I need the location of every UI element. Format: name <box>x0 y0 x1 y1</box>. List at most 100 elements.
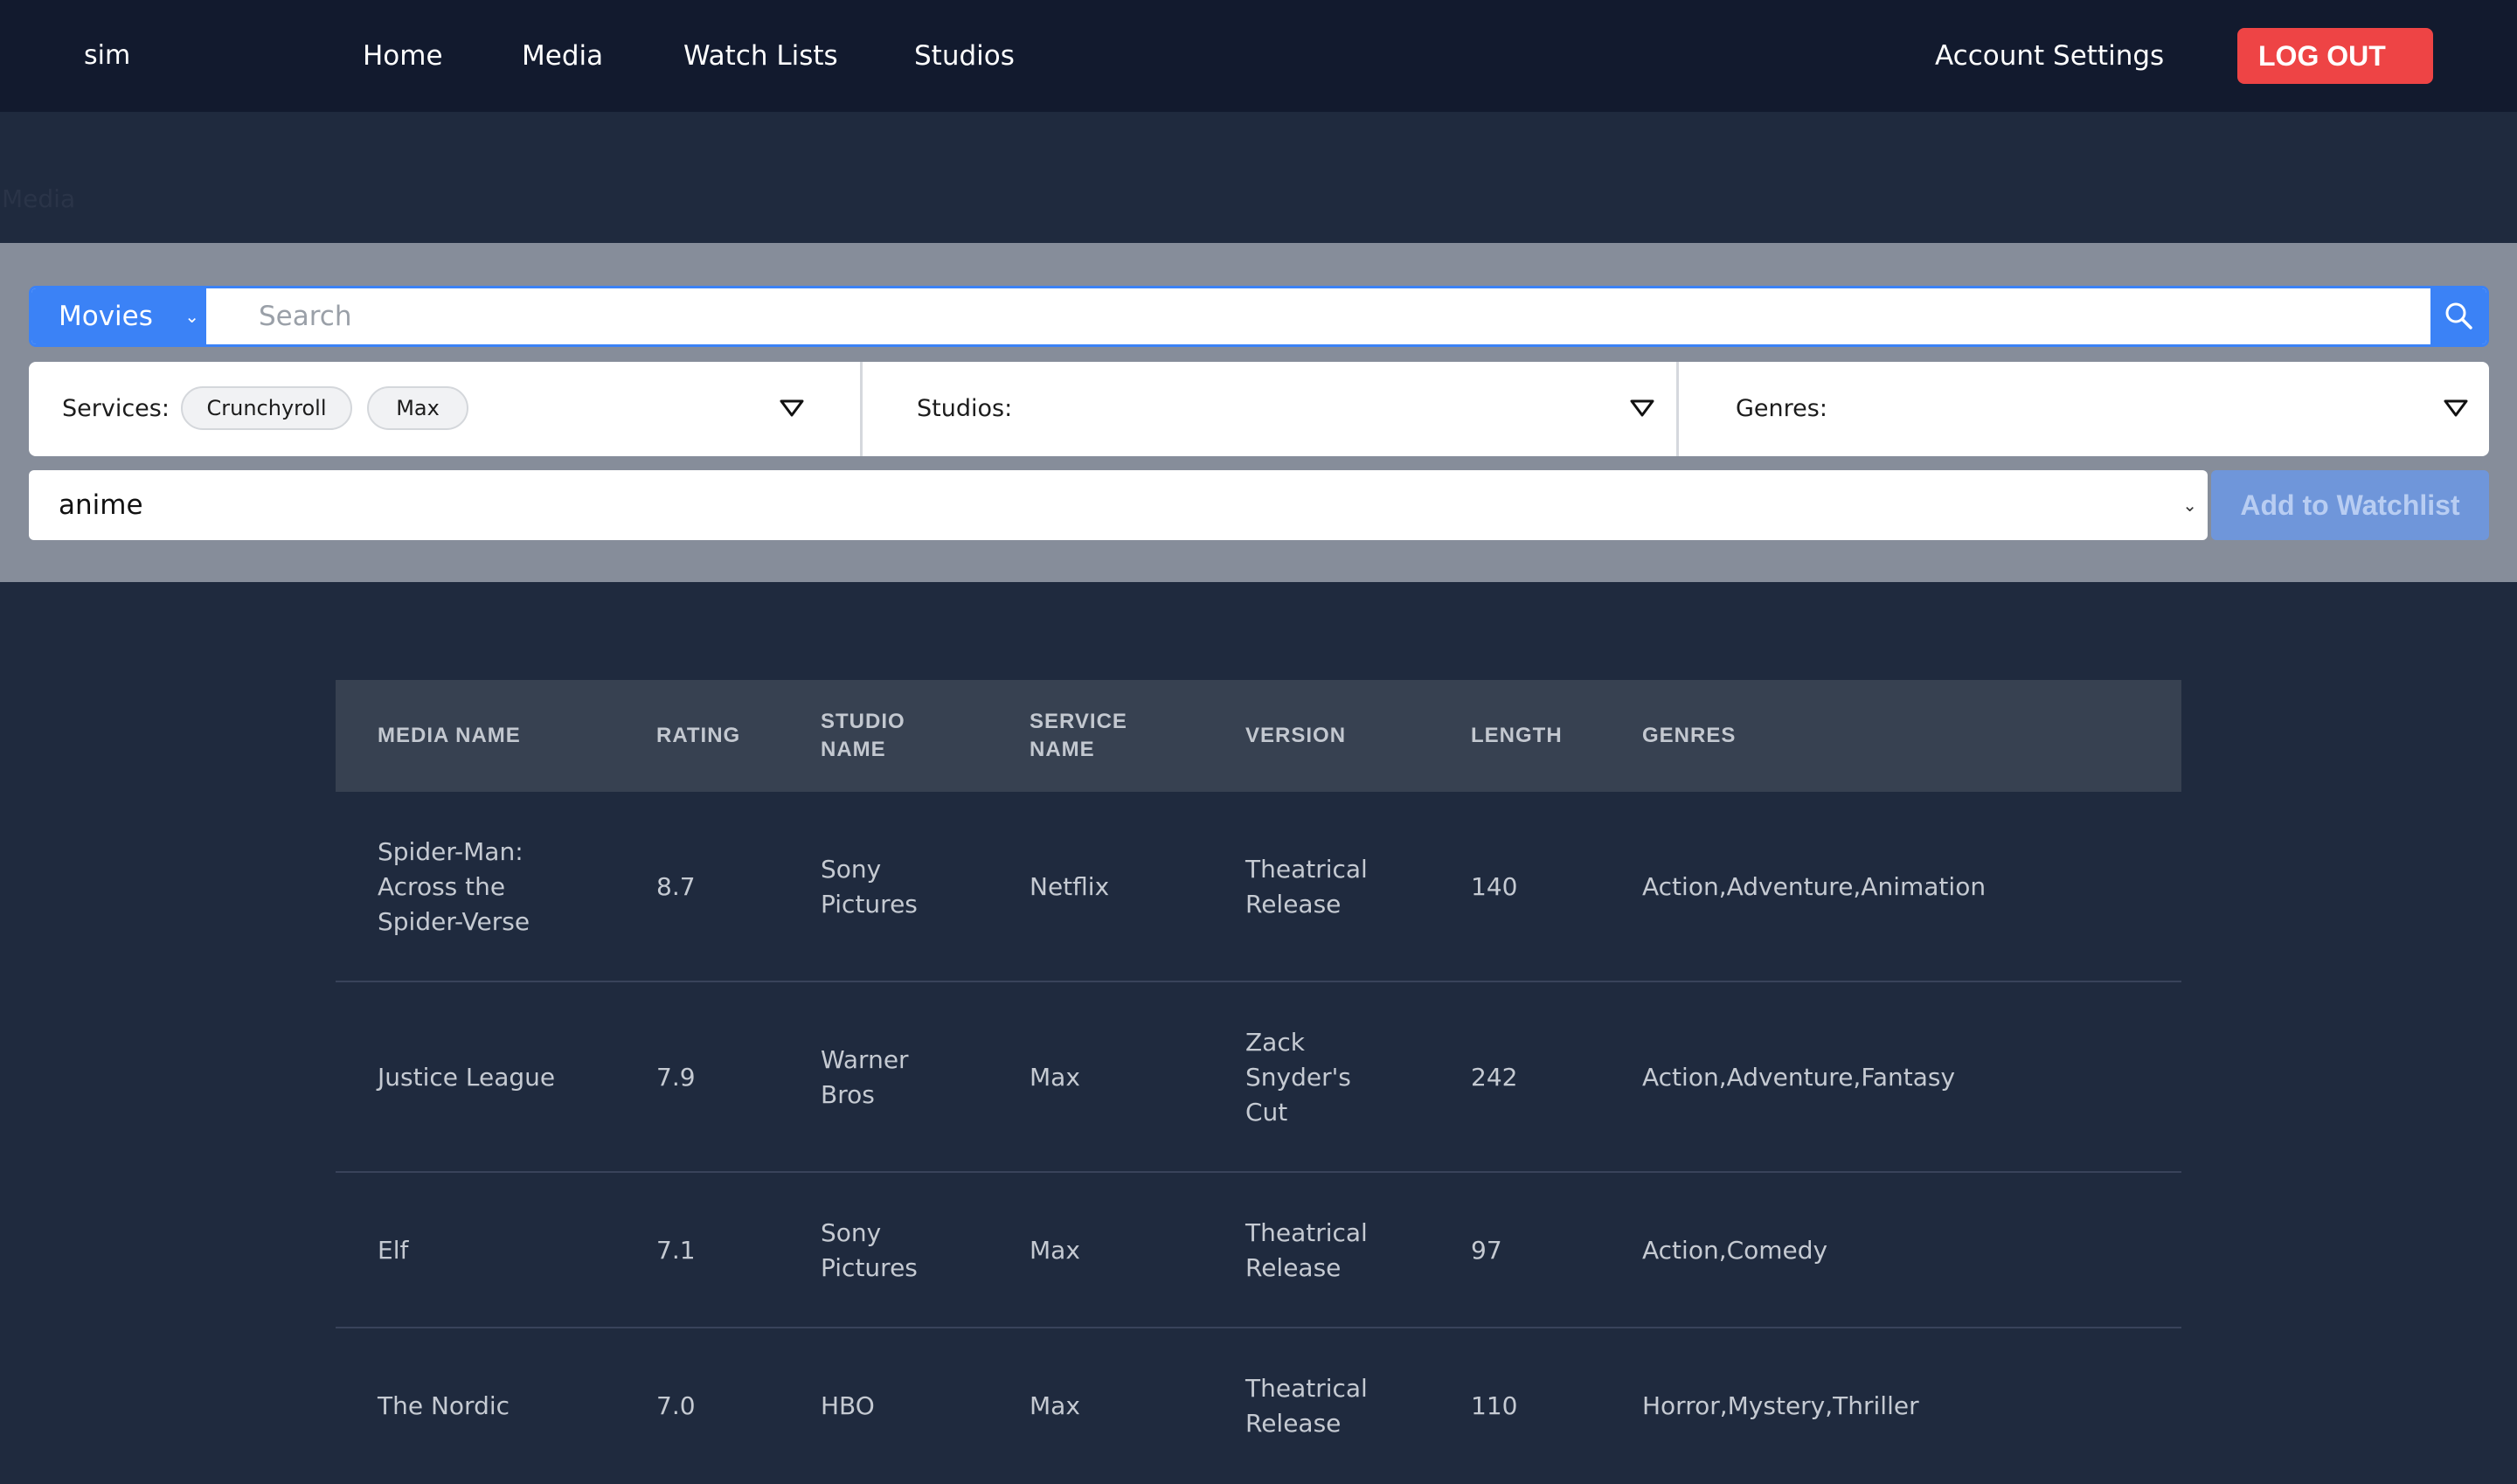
header-text: VERSION <box>1245 724 1347 747</box>
cell-genres: Action,Adventure,Animation <box>1642 872 1987 901</box>
cell-studio-name: Sony Pictures <box>821 1216 1004 1286</box>
cell-studio-name: Warner Bros <box>821 1043 1004 1113</box>
cell-line: Sony <box>821 855 882 884</box>
cell-line: Release <box>1245 1409 1342 1438</box>
cell-line: Across the <box>378 872 506 901</box>
add-to-watchlist-button[interactable]: Add to Watchlist <box>2211 470 2489 540</box>
header-length[interactable]: LENGTH <box>1471 722 1619 750</box>
nav-link-watch-lists[interactable]: Watch Lists <box>683 38 838 73</box>
cell-line: Elf <box>378 1236 409 1265</box>
header-text: MEDIA NAME <box>378 724 521 747</box>
cell-rating: 7.1 <box>656 1236 696 1265</box>
studios-label: Studios: <box>917 395 1013 422</box>
nav-link-account-settings[interactable]: Account Settings <box>1935 38 2164 73</box>
chevron-down-icon: ⌄ <box>2182 495 2197 516</box>
cell-media-name: Spider-Man: Across the Spider-Verse <box>378 835 631 940</box>
cell-service-name: Max <box>1030 1391 1080 1420</box>
cell-line: Theatrical <box>1245 1374 1368 1403</box>
search-bar: Movies ⌄ <box>29 286 2489 347</box>
header-rating[interactable]: RATING <box>656 722 805 750</box>
cell-line: Bros <box>821 1080 875 1109</box>
header-text: LENGTH <box>1471 724 1563 747</box>
header-text: NAME <box>821 738 886 761</box>
table-row[interactable]: Elf 7.1 Sony Pictures Max Theatrical Rel… <box>336 1173 2181 1328</box>
cell-length: 110 <box>1471 1391 1518 1420</box>
logout-button[interactable]: LOG OUT <box>2237 28 2433 84</box>
cell-service-name: Max <box>1030 1236 1080 1265</box>
watchlist-select-value: anime <box>59 489 143 521</box>
table-row[interactable]: Spider-Man: Across the Spider-Verse 8.7 … <box>336 792 2181 982</box>
cell-line: Zack <box>1245 1028 1305 1057</box>
services-label: Services: <box>62 395 170 422</box>
cell-line: Pictures <box>821 890 918 919</box>
dropdown-triangle-icon[interactable] <box>1629 399 1655 418</box>
search-icon <box>2445 302 2472 329</box>
header-version[interactable]: VERSION <box>1245 722 1438 750</box>
cell-version: Theatrical Release <box>1245 852 1438 922</box>
cell-line: Theatrical <box>1245 1218 1368 1247</box>
nav-link-media[interactable]: Media <box>522 38 603 73</box>
cell-version: Theatrical Release <box>1245 1216 1438 1286</box>
cell-rating: 8.7 <box>656 872 696 901</box>
cell-line: Spider-Verse <box>378 907 530 936</box>
watchlist-select[interactable]: anime ⌄ <box>29 470 2208 540</box>
search-button[interactable] <box>2430 288 2486 344</box>
cell-length: 97 <box>1471 1236 1502 1265</box>
cell-rating: 7.0 <box>656 1391 696 1420</box>
header-studio-name[interactable]: STUDIO NAME <box>821 708 1004 764</box>
header-text: STUDIO <box>821 710 905 733</box>
cell-studio-name: Sony Pictures <box>821 852 1004 922</box>
genres-label: Genres: <box>1736 395 1827 422</box>
nav-link-studios[interactable]: Studios <box>914 38 1015 73</box>
cell-genres: Action,Comedy <box>1642 1236 1828 1265</box>
table-row[interactable]: Justice League 7.9 Warner Bros Max Zack … <box>336 982 2181 1173</box>
cell-media-name: Justice League <box>378 1060 631 1095</box>
cell-line: Justice League <box>378 1063 556 1092</box>
cell-genres: Horror,Mystery,Thriller <box>1642 1391 1919 1420</box>
cell-media-name: Elf <box>378 1233 631 1268</box>
table-row[interactable]: The Nordic 7.0 HBO Max Theatrical Releas… <box>336 1328 2181 1484</box>
cell-line: The Nordic <box>378 1391 510 1420</box>
service-chip-crunchyroll[interactable]: Crunchyroll <box>181 386 352 430</box>
page-title: Media <box>2 184 76 213</box>
cell-version: Zack Snyder's Cut <box>1245 1025 1438 1130</box>
media-type-select[interactable]: Movies ⌄ <box>31 288 206 344</box>
cell-version: Theatrical Release <box>1245 1371 1438 1441</box>
header-genres[interactable]: GENRES <box>1642 722 2167 750</box>
cell-rating: 7.9 <box>656 1063 696 1092</box>
cell-studio-name: HBO <box>821 1389 1004 1424</box>
header-service-name[interactable]: SERVICE NAME <box>1030 708 1231 764</box>
header-text: SERVICE <box>1030 710 1127 733</box>
genres-multiselect[interactable]: Genres: <box>1676 362 2489 456</box>
cell-genres: Action,Adventure,Fantasy <box>1642 1063 1956 1092</box>
cell-service-name: Max <box>1030 1063 1080 1092</box>
cell-service-name: Netflix <box>1030 872 1110 901</box>
header-text: GENRES <box>1642 724 1737 747</box>
service-chip-max[interactable]: Max <box>367 386 468 430</box>
header-media-name[interactable]: MEDIA NAME <box>378 722 631 750</box>
filter-multiselect-row: Services: Crunchyroll Max Studios: Genre… <box>29 362 2489 456</box>
studios-multiselect[interactable]: Studios: <box>860 362 1679 456</box>
cell-line: Pictures <box>821 1253 918 1282</box>
search-input[interactable] <box>206 288 2435 344</box>
header-text: NAME <box>1030 738 1095 761</box>
services-multiselect[interactable]: Services: Crunchyroll Max <box>29 362 857 456</box>
nav-link-home[interactable]: Home <box>363 38 443 73</box>
chevron-down-icon: ⌄ <box>184 306 199 327</box>
dropdown-triangle-icon[interactable] <box>779 399 805 418</box>
dropdown-triangle-icon[interactable] <box>2443 399 2469 418</box>
top-nav: sim Home Media Watch Lists Studios Accou… <box>0 0 2517 112</box>
cell-line: Sony <box>821 1218 882 1247</box>
media-type-value: Movies <box>59 301 153 332</box>
cell-length: 140 <box>1471 872 1518 901</box>
cell-line: Theatrical <box>1245 855 1368 884</box>
cell-line: Cut <box>1245 1098 1288 1127</box>
cell-media-name: The Nordic <box>378 1389 631 1424</box>
cell-line: Release <box>1245 890 1342 919</box>
cell-line: Spider-Man: <box>378 837 524 866</box>
header-text: RATING <box>656 724 741 747</box>
media-table: MEDIA NAME RATING STUDIO NAME SERVICE NA… <box>336 680 2181 1484</box>
cell-length: 242 <box>1471 1063 1518 1092</box>
table-header: MEDIA NAME RATING STUDIO NAME SERVICE NA… <box>336 680 2181 792</box>
cell-line: HBO <box>821 1391 875 1420</box>
